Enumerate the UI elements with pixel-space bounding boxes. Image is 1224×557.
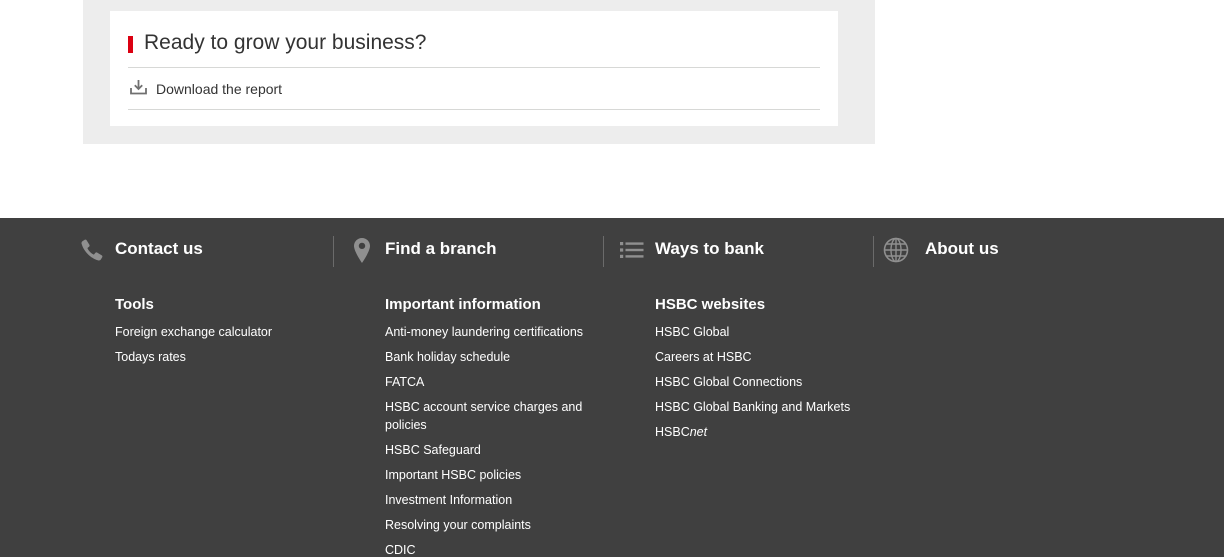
globe-icon bbox=[883, 237, 909, 263]
about-us-label: About us bbox=[925, 239, 999, 258]
footer-column-ways: Ways to bank HSBC websites HSBC Global C… bbox=[603, 218, 873, 557]
footer-link-banking-markets[interactable]: HSBC Global Banking and Markets bbox=[655, 398, 885, 416]
footer-column-contact: Contact us Tools Foreign exchange calcul… bbox=[64, 218, 334, 557]
important-information-links: Anti-money laundering certifications Ban… bbox=[385, 323, 615, 557]
footer-link-cdic[interactable]: CDIC bbox=[385, 541, 615, 557]
footer-link-fatca[interactable]: FATCA bbox=[385, 373, 615, 391]
tools-links: Foreign exchange calculator Todays rates bbox=[115, 323, 345, 373]
promo-title-row: Ready to grow your business? bbox=[128, 31, 820, 68]
download-icon bbox=[130, 80, 147, 95]
find-a-branch-link[interactable]: Find a branch bbox=[333, 236, 603, 267]
download-report-link[interactable]: Download the report bbox=[128, 68, 820, 110]
promo-card: Ready to grow your business? Download th… bbox=[110, 11, 838, 126]
footer-column-about: About us bbox=[873, 218, 1143, 557]
promo-section: Ready to grow your business? Download th… bbox=[83, 0, 875, 144]
footer-link-hsbcnet[interactable]: HSBCnet bbox=[655, 423, 885, 441]
hsbcnet-suffix: net bbox=[689, 425, 708, 439]
footer-link-fx-calculator[interactable]: Foreign exchange calculator bbox=[115, 323, 345, 341]
ways-to-bank-link[interactable]: Ways to bank bbox=[603, 236, 873, 267]
footer-link-service-charges[interactable]: HSBC account service charges and policie… bbox=[385, 398, 615, 434]
footer-link-safeguard[interactable]: HSBC Safeguard bbox=[385, 441, 615, 459]
footer-column-branch: Find a branch Important information Anti… bbox=[333, 218, 603, 557]
find-a-branch-label: Find a branch bbox=[385, 239, 497, 258]
list-icon bbox=[620, 242, 644, 258]
hsbc-websites-heading: HSBC websites bbox=[655, 296, 766, 313]
ways-to-bank-label: Ways to bank bbox=[655, 239, 764, 258]
red-accent-bar bbox=[128, 36, 133, 53]
footer-link-bank-holiday[interactable]: Bank holiday schedule bbox=[385, 348, 615, 366]
footer-link-global-connections[interactable]: HSBC Global Connections bbox=[655, 373, 885, 391]
footer-link-aml-certifications[interactable]: Anti-money laundering certifications bbox=[385, 323, 615, 341]
footer-link-hsbc-global[interactable]: HSBC Global bbox=[655, 323, 885, 341]
about-us-link[interactable]: About us bbox=[873, 236, 1143, 267]
contact-us-label: Contact us bbox=[115, 239, 203, 258]
download-report-label: Download the report bbox=[156, 81, 283, 97]
hsbc-websites-links: HSBC Global Careers at HSBC HSBC Global … bbox=[655, 323, 885, 448]
tools-heading: Tools bbox=[115, 296, 154, 313]
footer-link-todays-rates[interactable]: Todays rates bbox=[115, 348, 345, 366]
phone-icon bbox=[81, 239, 103, 261]
footer-link-important-policies[interactable]: Important HSBC policies bbox=[385, 466, 615, 484]
footer: Contact us Tools Foreign exchange calcul… bbox=[0, 218, 1224, 557]
map-pin-icon bbox=[354, 238, 370, 263]
promo-title: Ready to grow your business? bbox=[144, 31, 427, 54]
hsbcnet-prefix: HSBC bbox=[655, 425, 690, 439]
contact-us-link[interactable]: Contact us bbox=[64, 236, 334, 267]
footer-link-investment-information[interactable]: Investment Information bbox=[385, 491, 615, 509]
footer-link-careers[interactable]: Careers at HSBC bbox=[655, 348, 885, 366]
footer-link-complaints[interactable]: Resolving your complaints bbox=[385, 516, 615, 534]
important-information-heading: Important information bbox=[385, 296, 541, 313]
page: Ready to grow your business? Download th… bbox=[0, 0, 1224, 557]
